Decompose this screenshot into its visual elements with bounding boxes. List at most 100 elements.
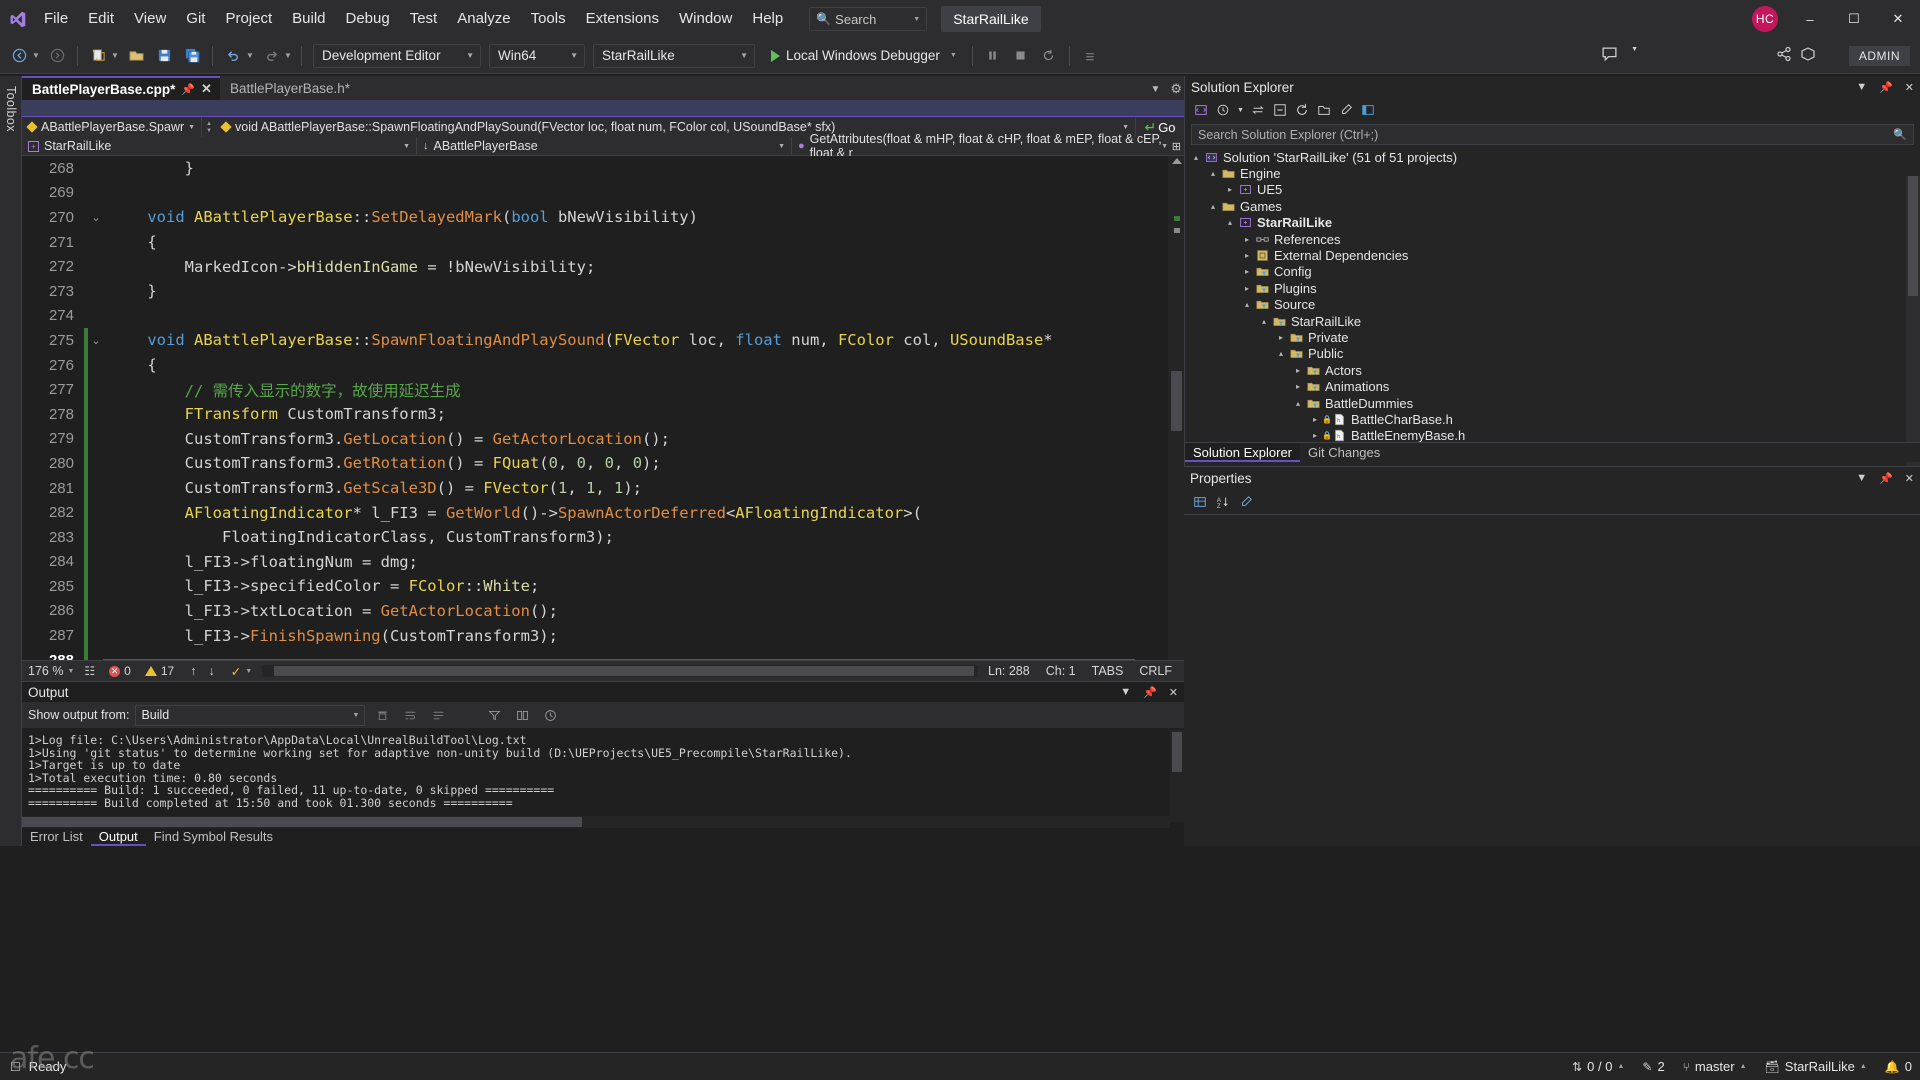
- expanded-arrow-icon[interactable]: ▴: [1291, 399, 1305, 408]
- chevron-down-icon[interactable]: ▼: [913, 16, 920, 23]
- hscroll-thumb[interactable]: [274, 666, 975, 676]
- categorized-icon[interactable]: [1190, 492, 1210, 512]
- share-icon[interactable]: [1776, 46, 1792, 65]
- tree-item[interactable]: ▸ References: [1185, 231, 1920, 247]
- output-vertical-scrollbar[interactable]: [1170, 730, 1184, 822]
- pin-icon[interactable]: 📌: [1879, 472, 1893, 485]
- expanded-arrow-icon[interactable]: ▴: [1206, 169, 1220, 178]
- chevron-down-icon[interactable]: ▼: [950, 52, 957, 59]
- go-to-message-icon[interactable]: [427, 704, 449, 726]
- menu-item-analyze[interactable]: Analyze: [447, 0, 520, 38]
- collapsed-arrow-icon[interactable]: ▸: [1308, 431, 1322, 440]
- menu-item-window[interactable]: Window: [669, 0, 742, 38]
- code-line[interactable]: 282 AFloatingIndicator* l_FI3 = GetWorld…: [22, 500, 1184, 525]
- code-text[interactable]: FTransform CustomTransform3;: [104, 405, 446, 423]
- code-editor[interactable]: 268 } 269 270 ⌄ void ABattlePlayerBase::Set…: [22, 156, 1184, 660]
- chevron-down-icon[interactable]: ▼: [1856, 81, 1867, 93]
- new-item-dropdown-icon[interactable]: ▼: [109, 51, 121, 60]
- navigate-back-dropdown-icon[interactable]: ▼: [30, 51, 42, 60]
- word-wrap-icon[interactable]: [399, 704, 421, 726]
- code-text[interactable]: FloatingIndicatorClass, CustomTransform3…: [104, 528, 614, 546]
- tree-item[interactable]: ▴ Engine: [1185, 165, 1920, 181]
- code-line[interactable]: 277 // 需传入显示的数字，故使用延迟生成: [22, 377, 1184, 402]
- code-line[interactable]: 271 {: [22, 230, 1184, 255]
- new-item-icon[interactable]: [85, 43, 111, 69]
- line-endings[interactable]: CRLF: [1139, 664, 1172, 678]
- tree-item[interactable]: ▸ Private: [1185, 329, 1920, 345]
- home-icon[interactable]: [1358, 100, 1378, 120]
- clear-all-icon[interactable]: [371, 704, 393, 726]
- arrow-down-icon[interactable]: ↓: [208, 664, 214, 678]
- output-horizontal-scrollbar[interactable]: [22, 816, 1170, 828]
- code-line[interactable]: 269: [22, 181, 1184, 206]
- tab-git-changes[interactable]: Git Changes: [1300, 443, 1388, 462]
- collapsed-arrow-icon[interactable]: ▸: [1240, 284, 1254, 293]
- code-text[interactable]: CustomTransform3.GetRotation() = FQuat(0…: [104, 454, 661, 472]
- scroll-up-arrow-icon[interactable]: [1172, 158, 1182, 164]
- code-text[interactable]: }: [104, 282, 156, 300]
- solution-tree[interactable]: ▴ Solution 'StarRailLike' (51 of 51 proje…: [1185, 149, 1920, 447]
- expanded-arrow-icon[interactable]: ▴: [1206, 202, 1220, 211]
- menu-item-build[interactable]: Build: [282, 0, 335, 38]
- zoom-dropdown-icon[interactable]: ▼: [67, 668, 74, 675]
- navigate-back-icon[interactable]: [6, 43, 32, 69]
- menu-item-file[interactable]: File: [34, 0, 78, 38]
- menu-item-extensions[interactable]: Extensions: [576, 0, 669, 38]
- output-hscroll-thumb[interactable]: [22, 817, 582, 827]
- collapsed-arrow-icon[interactable]: ▸: [1308, 415, 1322, 424]
- nav-scope-combo[interactable]: ABattlePlayerBase.Spawr ▼: [22, 117, 202, 137]
- start-debugging-button[interactable]: Local Windows Debugger ▼: [763, 43, 965, 69]
- repository-indicator[interactable]: 🗃 StarRailLike ▲: [1765, 1059, 1867, 1074]
- solution-explorer-scrollbar[interactable]: [1906, 176, 1920, 468]
- nav-splitter-control[interactable]: ▲ ▼: [202, 121, 216, 134]
- editor-vertical-scrollbar[interactable]: [1168, 156, 1184, 660]
- edits-indicator[interactable]: ✎ 2: [1642, 1059, 1664, 1074]
- show-all-files-icon[interactable]: [1314, 100, 1334, 120]
- chevron-down-icon[interactable]: ▼: [1856, 472, 1867, 484]
- code-cleanup-icon[interactable]: ✓: [231, 664, 241, 679]
- code-text[interactable]: {: [104, 233, 156, 251]
- tree-item[interactable]: ▸ Actors: [1185, 362, 1920, 378]
- menu-item-project[interactable]: Project: [215, 0, 282, 38]
- solution-explorer-search-input[interactable]: Search Solution Explorer (Ctrl+;) 🔍: [1191, 124, 1914, 145]
- tree-item[interactable]: ▴ Solution 'StarRailLike' (51 of 51 proje…: [1185, 149, 1920, 165]
- warning-count-indicator[interactable]: 17: [144, 664, 174, 678]
- tree-item[interactable]: ▸ 🔒 h BattleCharBase.h: [1185, 411, 1920, 427]
- live-share-icon[interactable]: [1800, 46, 1816, 65]
- code-text[interactable]: void ABattlePlayerBase::SpawnFloatingAnd…: [104, 331, 1052, 349]
- menu-item-view[interactable]: View: [124, 0, 176, 38]
- columns-icon[interactable]: [511, 704, 533, 726]
- history-icon[interactable]: [539, 704, 561, 726]
- chevron-down-icon[interactable]: ▼: [1120, 686, 1131, 698]
- expanded-arrow-icon[interactable]: ▴: [1257, 317, 1271, 326]
- code-text[interactable]: // 需传入显示的数字，故使用延迟生成: [104, 379, 461, 401]
- startup-project-combo[interactable]: StarRailLike ▼: [593, 43, 755, 68]
- property-pages-icon[interactable]: [1236, 492, 1256, 512]
- code-text[interactable]: }: [104, 159, 194, 177]
- output-vscroll-thumb[interactable]: [1172, 732, 1182, 772]
- close-button[interactable]: ✕: [1876, 0, 1920, 38]
- menu-item-test[interactable]: Test: [400, 0, 448, 38]
- tab-error-list[interactable]: Error List: [22, 828, 91, 846]
- collapsed-arrow-icon[interactable]: ▸: [1240, 251, 1254, 260]
- fold-toggle-icon[interactable]: ⌄: [88, 211, 104, 224]
- filter-icon[interactable]: [483, 704, 505, 726]
- avatar[interactable]: HC: [1752, 6, 1778, 32]
- collapsed-arrow-icon[interactable]: ▸: [1240, 235, 1254, 244]
- redo-dropdown-icon[interactable]: ▼: [282, 51, 294, 60]
- tree-item[interactable]: ▴ BattleDummies: [1185, 395, 1920, 411]
- code-text[interactable]: AFloatingIndicator* l_FI3 = GetWorld()->…: [104, 504, 922, 522]
- search-input[interactable]: 🔍 Search ▼: [809, 7, 928, 31]
- zoom-level[interactable]: 176 %: [28, 664, 63, 678]
- code-text[interactable]: CustomTransform3.GetLocation() = GetActo…: [104, 430, 670, 448]
- nav-project-combo[interactable]: + StarRailLike ▼: [22, 137, 417, 155]
- undo-icon[interactable]: [220, 43, 246, 69]
- notifications-indicator[interactable]: 🔔 0: [1885, 1059, 1912, 1074]
- chevron-down-icon[interactable]: ▼: [1235, 100, 1246, 120]
- pin-icon[interactable]: 📌: [181, 83, 195, 96]
- code-text[interactable]: CustomTransform3.GetScale3D() = FVector(…: [104, 479, 642, 497]
- pin-icon[interactable]: 📌: [1879, 81, 1893, 94]
- code-line[interactable]: 275 ⌄ void ABattlePlayerBase::SpawnFloati…: [22, 328, 1184, 353]
- tree-item[interactable]: ▸ Config: [1185, 264, 1920, 280]
- more-toolbar-options-icon[interactable]: [1077, 43, 1103, 69]
